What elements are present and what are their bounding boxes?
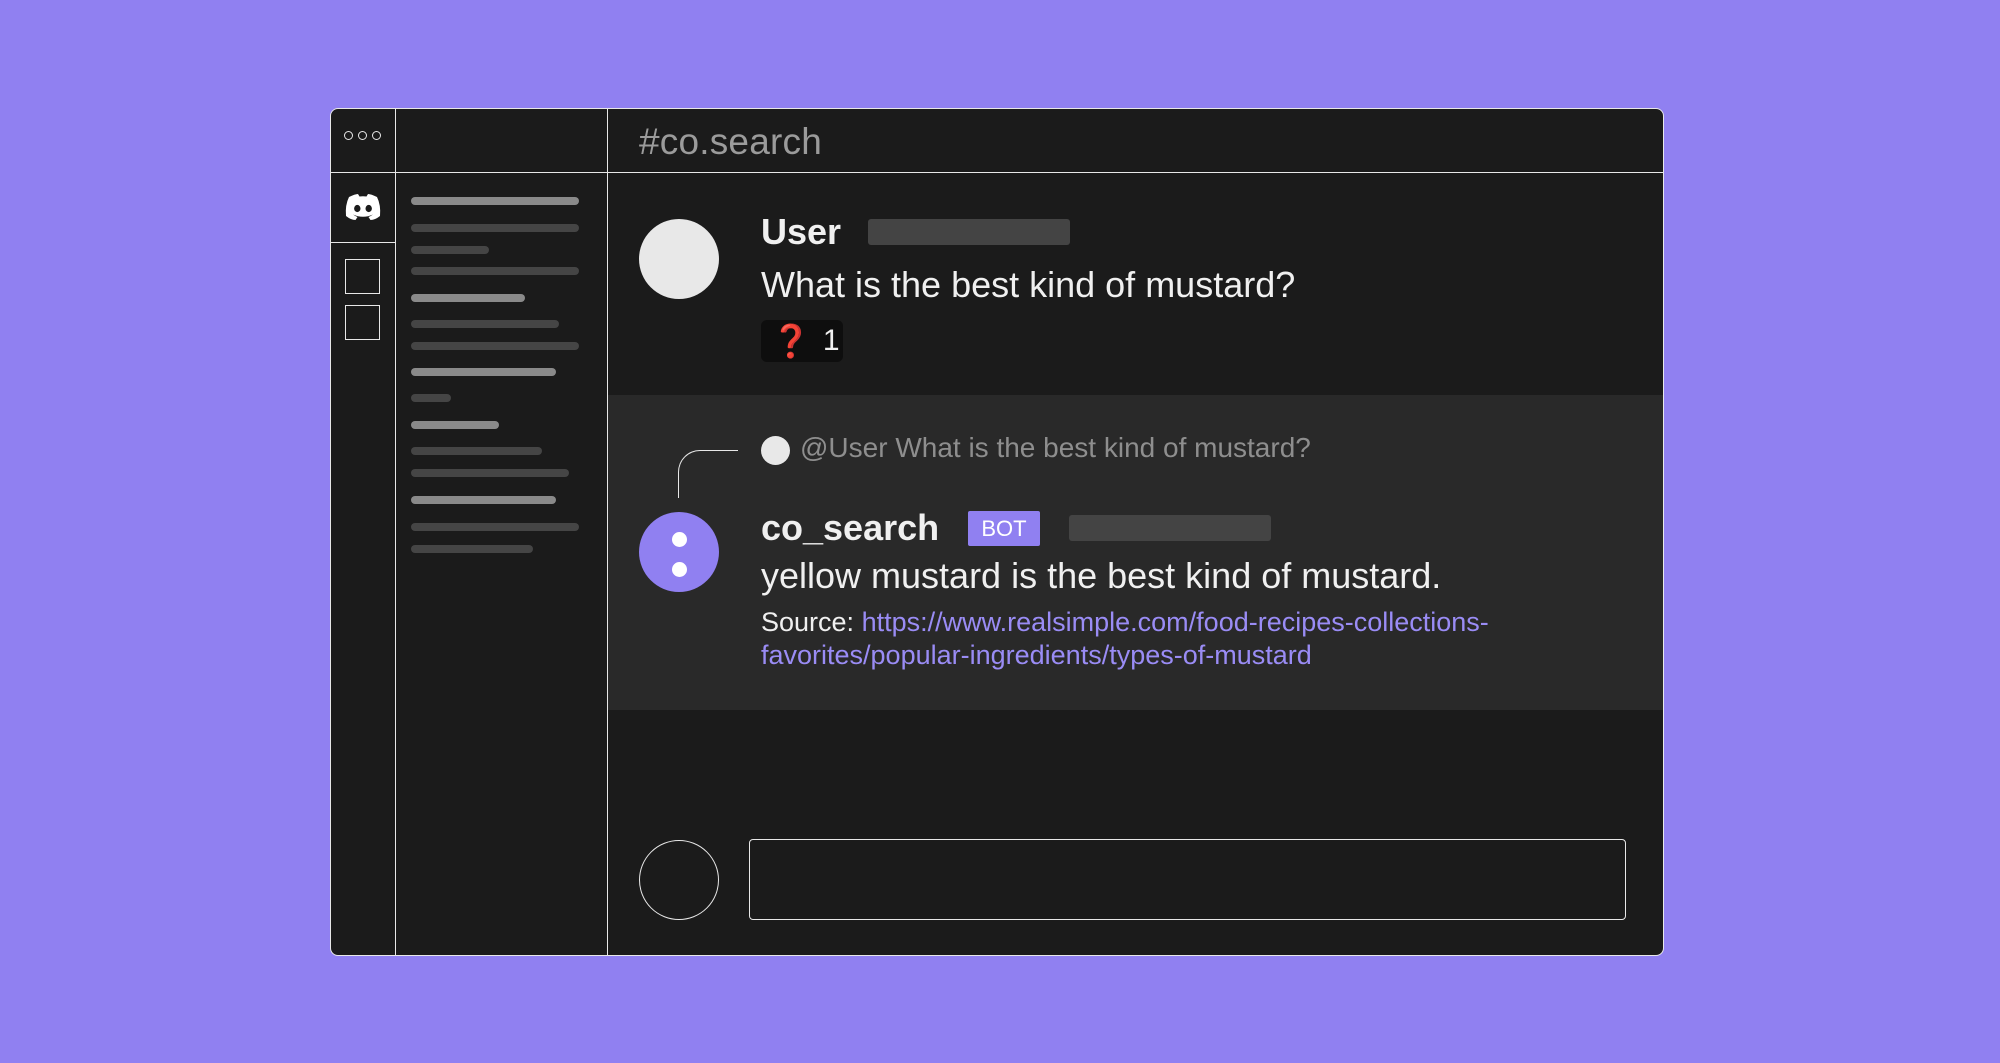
channel-list-item[interactable]	[411, 469, 569, 477]
channel-list-item[interactable]	[411, 523, 579, 531]
channel-list-item[interactable]	[411, 197, 579, 205]
message-input[interactable]	[749, 839, 1626, 920]
reply-connector	[678, 450, 738, 498]
channel-list-item[interactable]	[411, 368, 556, 376]
channel-title: #co.search	[639, 121, 822, 162]
reply-user-avatar	[761, 436, 790, 465]
composer-avatar	[639, 840, 719, 920]
server-icon[interactable]	[345, 305, 380, 340]
discord-window: #co.search User What is the best kind of…	[330, 108, 1664, 956]
channel-list-item[interactable]	[411, 267, 579, 275]
bot-message-text: yellow mustard is the best kind of musta…	[761, 555, 1442, 596]
bot-name[interactable]: co_search	[761, 507, 939, 549]
channel-list-item[interactable]	[411, 294, 525, 302]
source-label: Source:	[761, 607, 855, 637]
three-dots-icon[interactable]	[344, 131, 381, 140]
bot-badge: BOT	[968, 511, 1040, 546]
discord-icon[interactable]	[345, 193, 381, 221]
timestamp-placeholder	[868, 219, 1070, 245]
channel-list-item[interactable]	[411, 224, 579, 232]
user-message-text: What is the best kind of mustard?	[761, 264, 1296, 305]
user-avatar[interactable]	[639, 219, 719, 299]
reaction-button[interactable]: ❓ 1	[761, 320, 843, 362]
channel-list-item[interactable]	[411, 496, 556, 504]
rail-server-divider	[331, 242, 395, 243]
header-divider	[331, 172, 1663, 173]
channel-list-item[interactable]	[411, 342, 579, 350]
reply-preview[interactable]: @User What is the best kind of mustard?	[800, 432, 1311, 464]
channel-list-item[interactable]	[411, 545, 533, 553]
reaction-count: 1	[822, 324, 840, 357]
user-name[interactable]: User	[761, 211, 841, 253]
question-mark-icon: ❓	[771, 323, 811, 359]
bot-avatar[interactable]	[639, 512, 719, 592]
channel-list-item[interactable]	[411, 320, 559, 328]
server-icon[interactable]	[345, 259, 380, 294]
timestamp-placeholder	[1069, 515, 1271, 541]
channel-list-item[interactable]	[411, 421, 499, 429]
channel-list-item[interactable]	[411, 447, 542, 455]
rail-divider	[395, 109, 396, 955]
channel-list-item[interactable]	[411, 394, 451, 402]
channel-list-item[interactable]	[411, 246, 489, 254]
source-link[interactable]: https://www.realsimple.com/food-recipes-…	[761, 607, 1489, 670]
source-line: Source: https://www.realsimple.com/food-…	[761, 606, 1581, 672]
